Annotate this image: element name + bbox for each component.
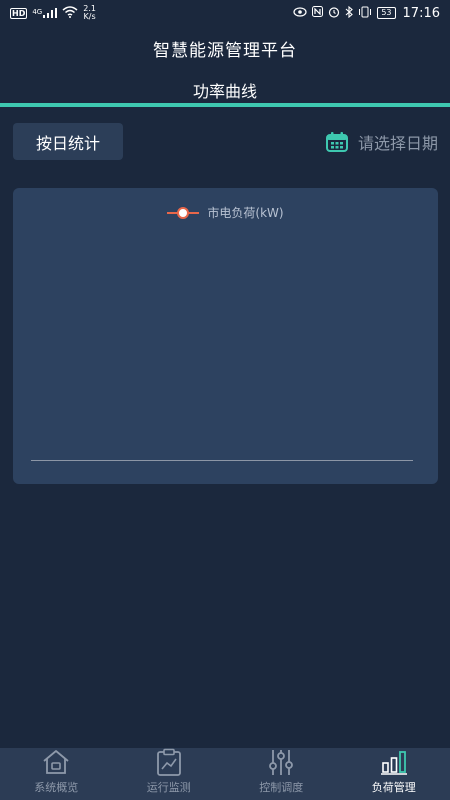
- nav-item-overview[interactable]: 系统概览: [0, 748, 113, 800]
- date-placeholder: 请选择日期: [357, 134, 438, 153]
- signal-label: 4G: [32, 8, 43, 16]
- nav-item-load-management[interactable]: 负荷管理: [338, 748, 450, 800]
- app-title: 智慧能源管理平台: [153, 41, 297, 61]
- x-axis-line: [31, 460, 413, 461]
- hd-badge: HD: [10, 7, 28, 19]
- nav-label-overview: 系统概览: [34, 781, 79, 794]
- nav-label-monitoring: 运行监测: [146, 781, 191, 794]
- home-icon: [43, 750, 69, 774]
- network-speed: 2.1 K/s: [83, 5, 96, 21]
- status-bar: HD 4G 2.1 K/s 53 17:16: [0, 0, 450, 26]
- clock: 17:16: [402, 5, 440, 21]
- eye-icon: [293, 6, 307, 20]
- wifi-icon: [62, 5, 78, 21]
- date-picker[interactable]: 请选择日期: [325, 130, 438, 154]
- legend-marker: [167, 206, 200, 219]
- sliders-icon: [269, 750, 294, 775]
- bluetooth-icon: [345, 5, 354, 21]
- status-bar-left: HD 4G 2.1 K/s: [10, 5, 96, 21]
- chart-legend[interactable]: 市电负荷(kW): [13, 204, 438, 221]
- signal-icon: 4G: [32, 8, 58, 18]
- bar-chart-icon: [380, 751, 407, 775]
- nav-item-monitoring[interactable]: 运行监测: [113, 748, 226, 800]
- power-curve-chart: 市电负荷(kW): [13, 188, 438, 484]
- title-underline: [0, 103, 450, 107]
- battery-indicator: 53: [377, 7, 396, 19]
- nav-label-dispatch: 控制调度: [259, 781, 304, 794]
- vibrate-icon: [358, 6, 372, 21]
- calendar-icon: [325, 132, 348, 152]
- alarm-icon: [328, 6, 340, 21]
- nav-label-load-management: 负荷管理: [371, 781, 416, 794]
- daily-statistics-button[interactable]: 按日统计: [13, 123, 123, 160]
- nav-item-dispatch[interactable]: 控制调度: [225, 748, 338, 800]
- clipboard-chart-icon: [156, 748, 181, 776]
- nfc-icon: [312, 6, 324, 20]
- legend-label: 市电负荷(kW): [207, 206, 284, 220]
- status-bar-right: 53 17:16: [293, 5, 440, 21]
- page-title: 功率曲线: [192, 82, 257, 101]
- network-speed-unit: K/s: [83, 12, 96, 21]
- bottom-navigation: 系统概览 运行监测 控制调度 负荷管理: [0, 748, 450, 800]
